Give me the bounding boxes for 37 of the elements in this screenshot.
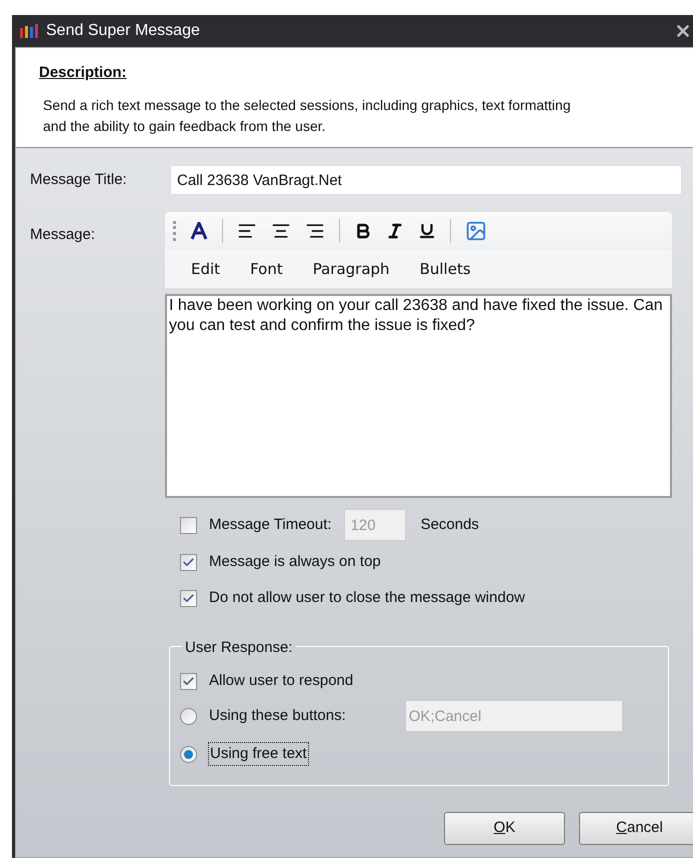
message-text-area[interactable]: I have been working on your call 23638 and have fixed the issue. Can you can test and confirm the issue is fixed? bbox=[165, 294, 672, 498]
checkbox[interactable] bbox=[180, 516, 197, 534]
unit-label: Seconds bbox=[420, 514, 479, 535]
bars-logo-icon bbox=[20, 24, 38, 38]
dialog-button[interactable]: Cancel bbox=[579, 812, 693, 845]
radio-button[interactable] bbox=[180, 708, 197, 724]
menu-item[interactable]: Edit bbox=[191, 258, 220, 280]
dialog-button[interactable]: OK bbox=[444, 812, 565, 845]
description-text: Send a rich text message to the selected sessions, including graphics, text formatting and the ability to gain feedback from the user. bbox=[43, 96, 572, 136]
checkbox-label: Message is always on top bbox=[209, 552, 381, 572]
checkbox[interactable] bbox=[180, 672, 197, 690]
checkbox-label: Message Timeout: bbox=[209, 514, 332, 535]
check-icon bbox=[182, 674, 195, 688]
close-button[interactable] bbox=[674, 22, 692, 40]
radio-button[interactable] bbox=[180, 746, 197, 762]
radio-label: Using free text bbox=[209, 742, 308, 766]
checkbox-label: Allow user to respond bbox=[209, 670, 354, 691]
menu-item[interactable]: Bullets bbox=[420, 258, 471, 280]
window-title: Send Super Message bbox=[46, 21, 200, 41]
font-icon[interactable] bbox=[190, 222, 208, 240]
check-icon bbox=[182, 556, 195, 568]
checkbox[interactable] bbox=[180, 554, 197, 570]
checkbox-label: Do not allow user to close the message window bbox=[209, 588, 525, 608]
menu-item[interactable]: Paragraph bbox=[312, 258, 390, 280]
check-icon bbox=[182, 592, 195, 604]
radio-label: Using these buttons: bbox=[209, 706, 346, 726]
picture-icon[interactable] bbox=[465, 220, 487, 242]
field-label: Message Title: bbox=[30, 170, 128, 190]
underline-icon[interactable] bbox=[418, 222, 436, 240]
menu-item[interactable]: Font bbox=[250, 258, 283, 280]
message-title-field[interactable]: Call 23638 VanBragt.Net bbox=[170, 165, 682, 195]
italic-icon[interactable] bbox=[386, 222, 404, 240]
grip-icon bbox=[173, 221, 176, 241]
bold-icon[interactable] bbox=[354, 222, 372, 240]
field-label: Message: bbox=[30, 225, 96, 245]
description-heading: Description: bbox=[39, 63, 128, 83]
checkbox[interactable] bbox=[180, 590, 197, 606]
